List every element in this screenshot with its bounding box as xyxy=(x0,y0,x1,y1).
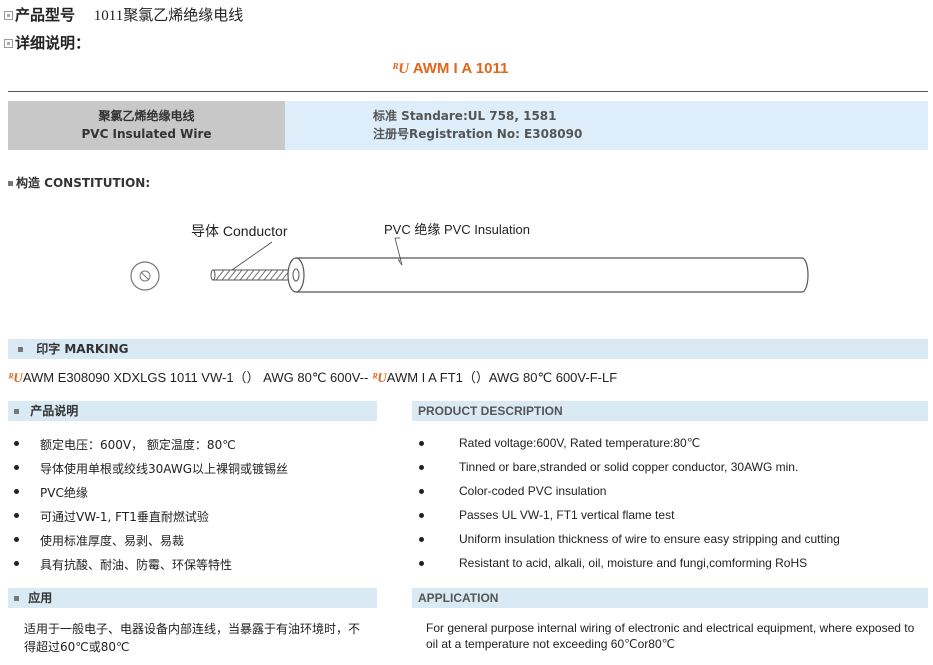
awm-logo: ᴿU AWM I A 1011 xyxy=(392,60,508,78)
application-en-text: For general purpose internal wiring of e… xyxy=(426,621,915,651)
list-item: PVC绝缘 xyxy=(14,484,88,501)
bullet-icon xyxy=(18,347,23,352)
divider xyxy=(8,91,928,92)
bullet-dot xyxy=(14,537,19,542)
list-item: Passes UL VW-1, FT1 vertical flame test xyxy=(419,508,674,522)
product-name-cn: 聚氯乙烯绝缘电线 xyxy=(98,109,195,123)
product-model-label: 产品型号 xyxy=(15,6,76,24)
bullet-dot xyxy=(419,465,424,470)
marking-heading: 印字 MARKING xyxy=(36,342,129,356)
constitution-heading: 构造 CONSTITUTION: xyxy=(8,174,150,191)
list-item: Color-coded PVC insulation xyxy=(419,484,606,498)
ul-logo-icon: ᴿU xyxy=(392,61,410,77)
ul-logo-icon: ᴿU xyxy=(8,370,23,385)
marking-text-1: AWM E308090 XDXLGS 1011 VW-1（） AWG 80℃ 6… xyxy=(22,370,369,385)
conductor-strands xyxy=(210,269,292,281)
standard-box: 标准 Standare:UL 758, 1581 注册号Registration… xyxy=(285,101,928,150)
detail-label: 详细说明： xyxy=(15,34,91,52)
product-model-value: 1011聚氯乙烯绝缘电线 xyxy=(93,8,244,24)
list-item: Resistant to acid, alkali, oil, moisture… xyxy=(419,556,807,570)
bullet-dot xyxy=(419,489,424,494)
application-cn-text: 适用于一般电子、电器设备内部连线，当暴露于有油环境时，不得超过60℃或80℃ xyxy=(24,622,361,654)
bullet-icon xyxy=(4,39,13,48)
bullet-icon xyxy=(8,181,13,186)
bullet-dot xyxy=(14,561,19,566)
application-cn-bar: 应用 xyxy=(8,588,377,608)
conductor-label: 导体 Conductor xyxy=(191,223,288,239)
list-item: Rated voltage:600V, Rated temperature:80… xyxy=(419,436,700,450)
product-model-row: 产品型号 1011聚氯乙烯绝缘电线 xyxy=(4,4,243,25)
awm-title: AWM I A 1011 xyxy=(412,60,509,77)
bullet-dot xyxy=(419,513,424,518)
marking-text-2: AWM I A FT1（）AWG 80℃ 600V-F-LF xyxy=(386,370,618,385)
registration-text: 注册号Registration No: E308090 xyxy=(373,127,583,141)
bullet-dot xyxy=(419,537,424,542)
product-description-en-heading: PRODUCT DESCRIPTION xyxy=(418,404,563,418)
insulation-tube xyxy=(287,257,809,293)
product-description-en-bar: PRODUCT DESCRIPTION xyxy=(412,401,928,421)
marking-bar: 印字 MARKING xyxy=(8,339,928,359)
constitution-label: 构造 CONSTITUTION: xyxy=(16,176,151,190)
product-description-cn-bar: 产品说明 xyxy=(8,401,377,421)
list-item: 可通过VW-1, FT1垂直耐燃试验 xyxy=(14,508,209,525)
application-en-bar: APPLICATION xyxy=(412,588,928,608)
marking-text: ᴿUAWM E308090 XDXLGS 1011 VW-1（） AWG 80℃… xyxy=(8,367,617,386)
product-name-en: PVC Insulated Wire xyxy=(81,127,212,141)
bullet-dot xyxy=(14,465,19,470)
bullet-icon xyxy=(14,596,19,601)
product-description-cn-list: 额定电压：600V， 额定温度：80℃ 导体使用单根或绞线30AWG以上裸铜或镀… xyxy=(14,432,374,582)
product-name-box: 聚氯乙烯绝缘电线 PVC Insulated Wire xyxy=(8,101,285,150)
list-item: 额定电压：600V， 额定温度：80℃ xyxy=(14,436,236,453)
conductor-leader-line xyxy=(231,241,273,271)
bullet-dot xyxy=(419,441,424,446)
ul-logo-icon: ᴿU xyxy=(371,370,387,385)
bullet-dot xyxy=(14,441,19,446)
product-description-cn-heading: 产品说明 xyxy=(30,404,79,418)
list-item: 使用标准厚度、易剥、易裁 xyxy=(14,532,184,549)
bullet-icon xyxy=(4,11,13,20)
bullet-icon xyxy=(14,409,19,414)
list-item: Tinned or bare,stranded or solid copper … xyxy=(419,460,798,474)
bullet-dot xyxy=(14,489,19,494)
detail-row: 详细说明： xyxy=(4,32,90,53)
list-item: 具有抗酸、耐油、防霉、环保等特性 xyxy=(14,556,232,573)
standard-text: 标准 Standare:UL 758, 1581 xyxy=(373,109,557,123)
application-cn-heading: 应用 xyxy=(28,591,53,605)
cross-section-icon xyxy=(130,261,160,291)
product-description-en-list: Rated voltage:600V, Rated temperature:80… xyxy=(419,432,924,582)
bullet-dot xyxy=(419,561,424,566)
bullet-dot xyxy=(14,513,19,518)
application-en-heading: APPLICATION xyxy=(418,591,499,605)
list-item: 导体使用单根或绞线30AWG以上裸铜或镀锡丝 xyxy=(14,460,288,477)
list-item: Uniform insulation thickness of wire to … xyxy=(419,532,840,546)
insulation-label: PVC 绝缘 PVC Insulation xyxy=(384,222,530,237)
